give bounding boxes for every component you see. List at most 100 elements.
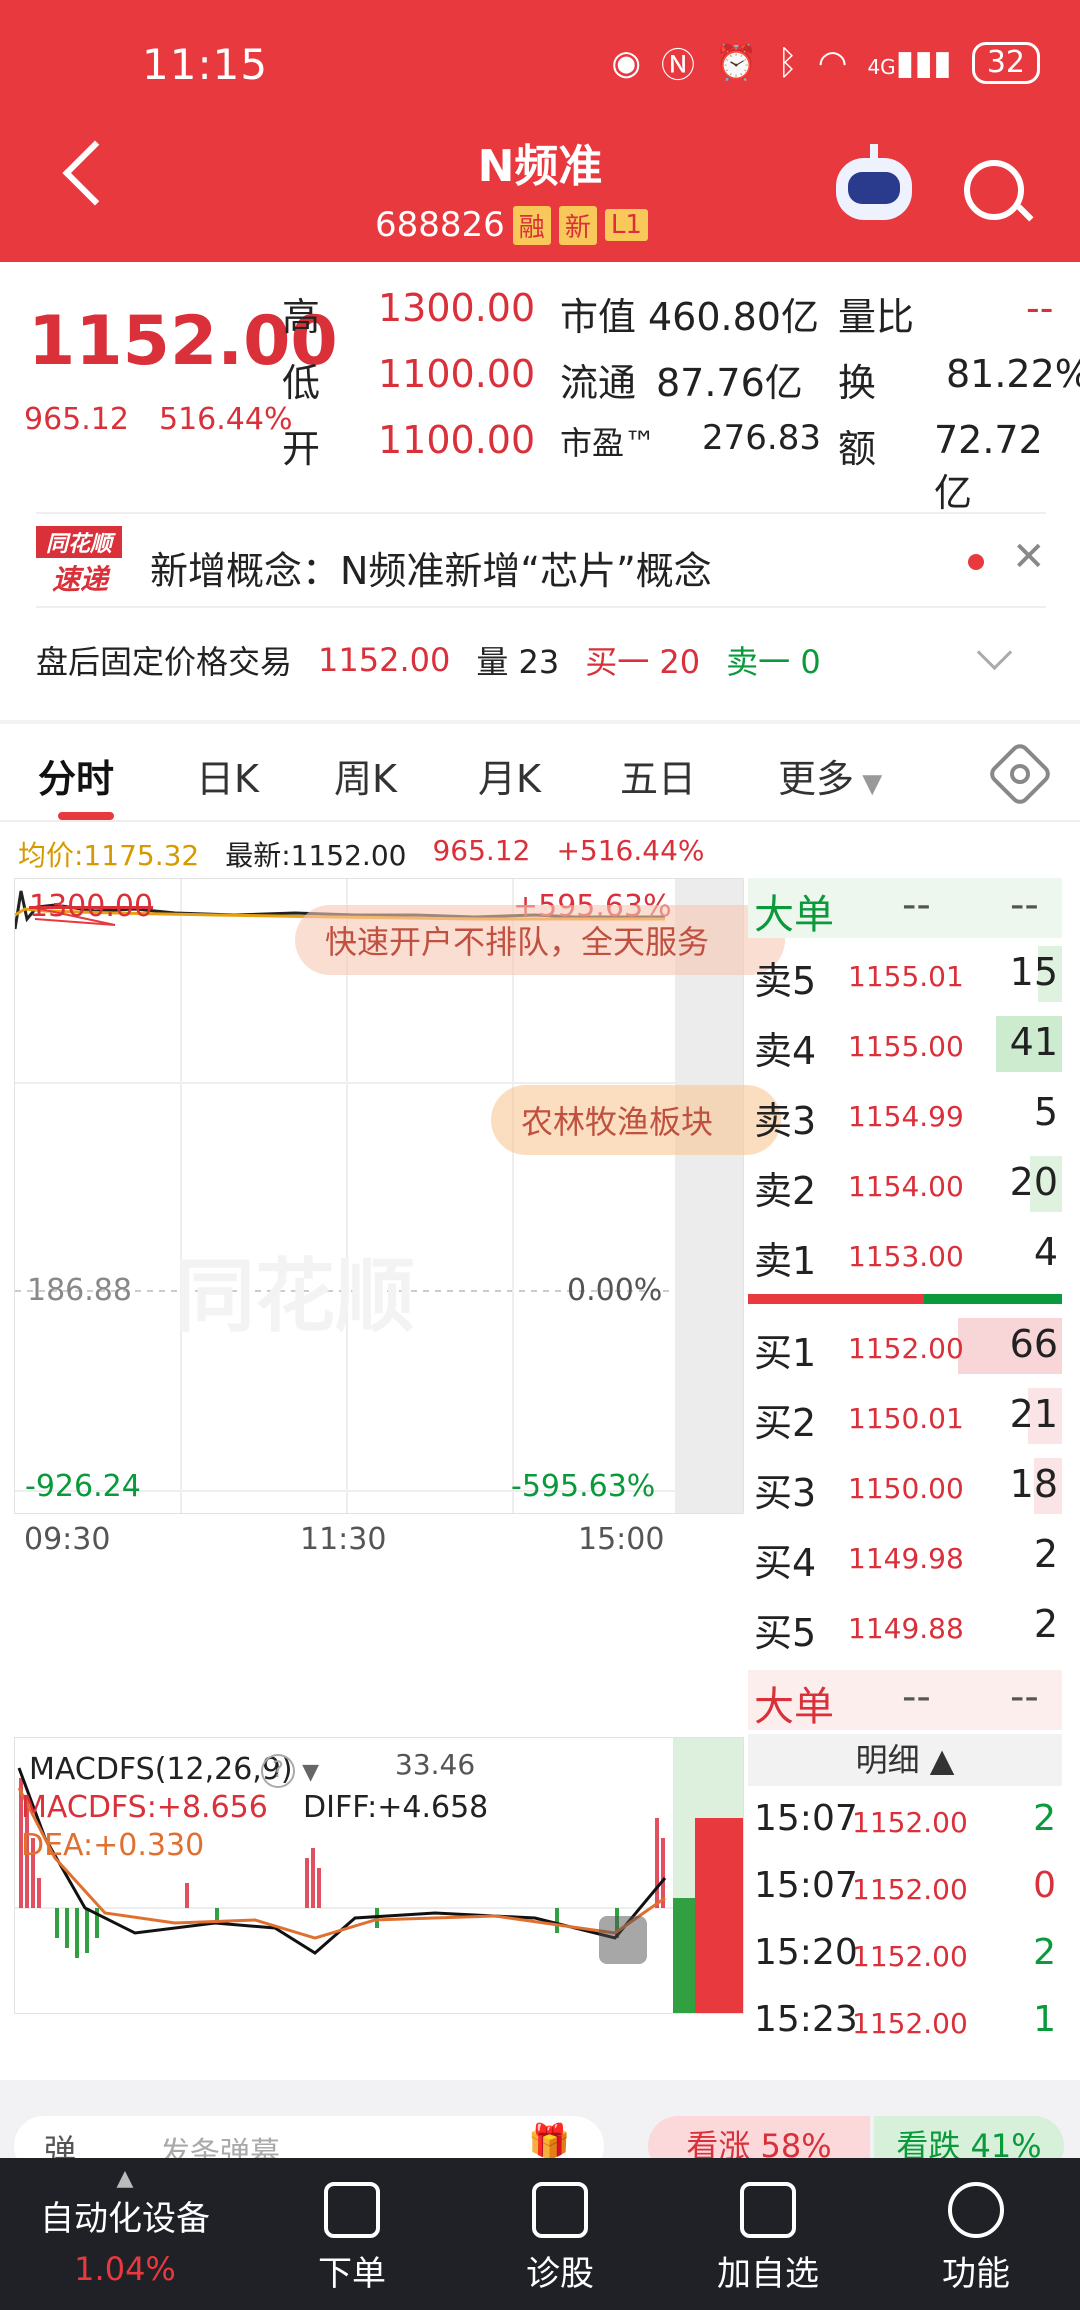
big-order-header-2: 大单 -- -- [748,1670,1062,1730]
header-bar: 11:15 ◉ Ⓝ ⏰ ᛒ ◠ 4G▮▮▮ 32 N频准 688826 融 新 … [0,0,1080,262]
ask-row-4[interactable]: 卖4 1155.00 41 [748,1008,1062,1078]
y-bot-right: -595.63% [511,1469,656,1504]
low-label: 低 [282,361,321,405]
y-top-left: 1300.00 [29,889,154,924]
after-hours-row[interactable]: 盘后固定价格交易 1152.00 量 23 买一 20 卖一 0 [36,637,821,683]
tag-l1: L1 [604,209,648,241]
quote-panel: 1152.00 965.12 516.44% 高 1300.00 低 1100.… [0,262,1080,720]
unread-dot-icon [968,554,984,570]
change-row: 965.12 516.44% [24,402,292,437]
latest-pct: +516.44% [556,834,705,867]
high-label: 高 [282,295,321,339]
turnover-label: 换 [838,361,877,405]
latest-price: 最新:1152.00 [225,839,407,872]
nfc-icon: Ⓝ [661,46,696,86]
tag-margin: 融 [512,205,551,245]
after-hours-sell1: 卖一 0 [726,643,821,681]
y-mid-right: 0.00% [567,1273,663,1308]
bid-row-3[interactable]: 买3 1150.00 18 [748,1450,1062,1520]
change-pct: 516.44% [158,402,293,437]
after-hours-label: 盘后固定价格交易 [36,643,293,681]
tick-row: 15:20 1152.00 2 [754,1932,1056,1973]
expand-icon[interactable] [599,1916,647,1964]
chart-area: 均价:1175.32 最新:1152.00 965.12 +516.44% 同花… [0,822,1080,2080]
stock-code-row: 688826 融 新 L1 [375,205,648,245]
bid-row-2[interactable]: 买2 1150.01 21 [748,1380,1062,1450]
pe-value: 276.83 [702,418,821,458]
tab-intraday[interactable]: 分时 [38,748,115,820]
add-icon [740,2182,796,2238]
tab-weekly-k[interactable]: 周K [334,748,397,803]
detail-toggle[interactable]: 明细 ▲ [748,1734,1062,1786]
robot-assistant-icon[interactable] [836,144,912,220]
bottom-nav: ▲ 自动化设备 1.04% 下单 诊股 加自选 功能 [0,2158,1080,2310]
chevron-down-icon[interactable] [976,634,1013,671]
news-banner[interactable]: 同花顺 速递 新增概念：N频准新增“芯片”概念 ✕ [36,512,1046,608]
nav-diagnose[interactable]: 诊股 [480,2182,640,2295]
mcap-label: 市值 [560,295,637,339]
bid-row-5[interactable]: 买5 1149.88 2 [748,1590,1062,1660]
float-label: 流通 [560,361,637,405]
sector-info[interactable]: ▲ 自动化设备 1.04% [20,2166,230,2288]
tab-daily-k[interactable]: 日K [196,748,259,803]
help-icon[interactable]: ? [261,1754,295,1788]
order-book: 大单 -- -- 卖5 1155.01 15 卖4 1155.00 41 卖3 1154.… [748,878,1062,2054]
nav-functions[interactable]: 功能 [896,2182,1056,2295]
after-hours-price: 1152.00 [318,641,451,679]
avg-price: 均价:1175.32 [18,839,200,872]
tag-new: 新 [558,205,597,245]
tab-monthly-k[interactable]: 月K [478,748,541,803]
intraday-chart[interactable]: 同花顺 1300.00 +595.63% 186.88 0.00% -926.2… [14,878,785,1514]
time-end: 15:00 [578,1522,665,1557]
nav-add-watchlist[interactable]: 加自选 [688,2182,848,2295]
amount-value: 72.72亿 [934,418,1043,515]
ask-row-5[interactable]: 卖5 1155.01 15 [748,938,1062,1008]
open-label: 开 [282,427,321,471]
promo-banner[interactable]: 快速开户不排队，全天服务 [295,905,785,975]
volume-ratio-value: -- [1026,286,1054,330]
ask-row-1[interactable]: 卖1 1153.00 4 [748,1218,1062,1288]
chevron-up-icon: ▲ [116,2166,134,2191]
close-icon[interactable]: ✕ [1012,534,1046,580]
chart-tabs: 分时 日K 周K 月K 五日 更多 ▼ [0,724,1080,822]
macd-max: 33.46 [395,1748,476,1781]
pe-label: 市盈™ [560,424,657,462]
tick-row: 15:23 1152.00 1 [754,1999,1056,2040]
settings-icon[interactable] [986,740,1054,808]
ask-row-2[interactable]: 卖2 1154.00 20 [748,1148,1062,1218]
change-value: 965.12 [24,402,129,437]
ask-row-3[interactable]: 卖3 1154.99 5 [748,1078,1062,1148]
wifi-icon: ◠ [817,42,848,83]
nav-order[interactable]: 下单 [272,2182,432,2295]
macd-chart[interactable]: MACDFS(12,26,9) ▼ ? 33.46 MACDFS:+8.656 … [14,1737,744,2014]
sector-banner[interactable]: 农林牧渔板块 [491,1085,781,1155]
after-hours-volume: 量 23 [476,643,560,681]
order-icon [324,2182,380,2238]
amount-label: 额 [838,427,877,471]
signal-icon: 4G▮▮▮ [867,42,952,83]
news-logo: 同花顺 速递 [36,526,124,598]
watermark-text: 同花顺 [175,1250,415,1343]
tab-more[interactable]: 更多 ▼ [778,748,882,803]
float-value: 87.76亿 [656,361,803,405]
battery-icon: 32 [971,41,1040,84]
diff-value: DIFF:+4.658 [303,1790,489,1825]
status-time: 11:15 [142,40,269,89]
y-mid-left: 186.88 [27,1273,132,1308]
buy-sell-ratio-bar [748,1294,1062,1304]
search-icon[interactable] [964,160,1024,220]
open-value: 1100.00 [378,418,536,462]
bluetooth-icon: ᛒ [777,42,798,83]
bid-row-1[interactable]: 买1 1152.00 66 [748,1310,1062,1380]
tab-five-day[interactable]: 五日 [620,748,696,803]
high-value: 1300.00 [378,286,536,330]
news-text: 新增概念：N频准新增“芯片”概念 [150,549,712,593]
status-icons: ◉ Ⓝ ⏰ ᛒ ◠ 4G▮▮▮ 32 [611,38,1040,87]
indicator-line: 均价:1175.32 最新:1152.00 965.12 +516.44% [18,834,705,874]
volume-ratio-label: 量比 [838,295,915,339]
time-mid: 11:30 [300,1522,387,1557]
bid-row-4[interactable]: 买4 1149.98 2 [748,1520,1062,1590]
mcap-value: 460.80亿 [648,295,819,339]
turnover-value: 81.22% [946,352,1080,396]
alarm-icon: ⏰ [715,42,758,83]
